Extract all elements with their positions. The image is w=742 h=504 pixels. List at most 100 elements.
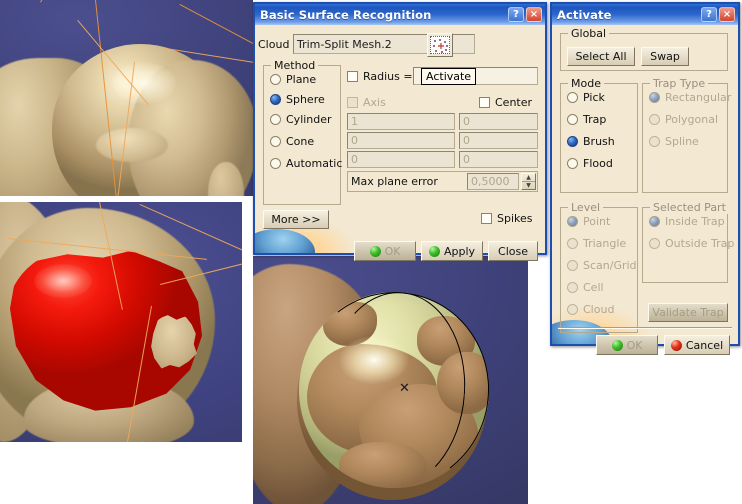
- level-option-point[interactable]: Point: [567, 215, 610, 228]
- 3d-viewport-fitted-sphere[interactable]: ✕: [253, 256, 528, 504]
- trap-type-option-label: Polygonal: [665, 113, 719, 126]
- radio-dot: [567, 260, 578, 271]
- trap-type-option-rectangular[interactable]: Rectangular: [649, 91, 731, 104]
- help-icon[interactable]: ?: [508, 7, 524, 22]
- trap-type-option-polygonal[interactable]: Polygonal: [649, 113, 718, 126]
- close-icon[interactable]: ×: [719, 7, 735, 22]
- ok-indicator-icon: [611, 339, 623, 351]
- ok-button-label: OK: [626, 338, 643, 352]
- method-option-cylinder[interactable]: Cylinder: [270, 113, 332, 126]
- mode-legend: Mode: [568, 77, 604, 90]
- level-option-label: Point: [583, 215, 611, 228]
- dialog-title: Basic Surface Recognition: [260, 7, 432, 22]
- max-plane-error-label: Max plane error: [351, 175, 438, 188]
- mode-option-pick[interactable]: Pick: [567, 91, 605, 104]
- level-option-label: Cloud: [583, 303, 615, 316]
- radio-dot: [270, 74, 281, 85]
- point-cloud-glyph: [430, 36, 450, 54]
- dialog-titlebar[interactable]: Activate ? ×: [552, 4, 738, 25]
- button-separator: [558, 327, 732, 329]
- activate-dialog[interactable]: Activate ? × Global Select All Swap Mode…: [550, 2, 740, 355]
- 3d-viewport-bone-mesh[interactable]: [0, 0, 253, 196]
- spikes-checkbox[interactable]: Spikes: [481, 212, 533, 225]
- radio-dot: [567, 238, 578, 249]
- center-x-input[interactable]: 0: [459, 113, 538, 130]
- radio-dot: [567, 282, 578, 293]
- axis-y-input[interactable]: 0: [347, 132, 455, 149]
- max-plane-error-stepper[interactable]: ▲ ▼: [521, 173, 536, 190]
- selected-part-option-inside-trap[interactable]: Inside Trap: [649, 215, 725, 228]
- help-icon[interactable]: ?: [701, 7, 717, 22]
- center-y-input[interactable]: 0: [459, 132, 538, 149]
- method-option-label: Automatic: [286, 157, 343, 170]
- stepper-down-icon[interactable]: ▼: [522, 182, 535, 189]
- ok-button[interactable]: OK: [354, 241, 416, 261]
- radio-dot: [649, 136, 660, 147]
- basic-surface-recognition-dialog[interactable]: Basic Surface Recognition ? × Cloud Trim…: [253, 2, 547, 261]
- level-option-cell[interactable]: Cell: [567, 281, 604, 294]
- axis-checkbox[interactable]: Axis: [347, 96, 386, 109]
- dialog-body: Global Select All Swap Mode Pick Trap Br…: [552, 25, 738, 355]
- level-legend: Level: [568, 201, 604, 214]
- more-button[interactable]: More >>: [263, 210, 329, 229]
- trap-type-option-spline[interactable]: Spline: [649, 135, 699, 148]
- 3d-viewport-red-selection[interactable]: [0, 202, 242, 442]
- cancel-button-label: Cancel: [685, 338, 724, 352]
- cancel-button[interactable]: Cancel: [664, 335, 730, 355]
- apply-indicator-icon: [428, 245, 440, 257]
- swap-button[interactable]: Swap: [641, 47, 689, 66]
- selected-part-option-outside-trap[interactable]: Outside Trap: [649, 237, 734, 250]
- trap-type-option-label: Rectangular: [665, 91, 732, 104]
- level-option-label: Cell: [583, 281, 604, 294]
- method-option-automatic[interactable]: Automatic: [270, 157, 342, 170]
- method-option-sphere[interactable]: Sphere: [270, 93, 325, 106]
- mode-option-brush[interactable]: Brush: [567, 135, 615, 148]
- select-all-button[interactable]: Select All: [567, 47, 635, 66]
- level-option-triangle[interactable]: Triangle: [567, 237, 626, 250]
- level-option-label: Scan/Grid: [583, 259, 637, 272]
- level-option-label: Triangle: [583, 237, 627, 250]
- axis-label: Axis: [363, 96, 386, 109]
- dialog-body: Cloud Trim-Split Mesh.2 Method Plane Sph…: [255, 25, 545, 261]
- checkbox-box: [347, 71, 358, 82]
- mode-option-flood[interactable]: Flood: [567, 157, 613, 170]
- axis-z-input[interactable]: 0: [347, 151, 455, 168]
- radius-checkbox[interactable]: Radius =: [347, 70, 413, 83]
- apply-button-label: Apply: [443, 244, 476, 258]
- radio-dot: [649, 216, 660, 227]
- level-option-scan-grid[interactable]: Scan/Grid: [567, 259, 637, 272]
- close-button[interactable]: Close: [488, 241, 538, 261]
- point-cloud-icon[interactable]: [427, 33, 453, 57]
- center-label: Center: [495, 96, 533, 109]
- method-option-label: Cylinder: [286, 113, 332, 126]
- close-icon[interactable]: ×: [526, 7, 542, 22]
- validate-trap-button[interactable]: Validate Trap: [648, 303, 728, 322]
- cancel-indicator-icon: [670, 339, 682, 351]
- apply-button[interactable]: Apply: [421, 241, 483, 261]
- level-option-cloud[interactable]: Cloud: [567, 303, 614, 316]
- axis-x-input[interactable]: 1: [347, 113, 455, 130]
- center-z-input[interactable]: 0: [459, 151, 538, 168]
- mode-option-trap[interactable]: Trap: [567, 113, 606, 126]
- sphere-center-marker: ✕: [399, 381, 410, 396]
- ok-button[interactable]: OK: [596, 335, 658, 355]
- activate-tooltip: Activate: [421, 68, 477, 85]
- radio-dot: [567, 114, 578, 125]
- method-option-plane[interactable]: Plane: [270, 73, 316, 86]
- global-legend: Global: [568, 27, 610, 40]
- method-option-cone[interactable]: Cone: [270, 135, 314, 148]
- center-checkbox[interactable]: Center: [479, 96, 532, 109]
- cloud-label: Cloud: [258, 38, 290, 51]
- selected-part-option-label: Inside Trap: [665, 215, 725, 228]
- specular-highlight: [34, 264, 92, 298]
- radio-dot: [649, 114, 660, 125]
- dialog-titlebar[interactable]: Basic Surface Recognition ? ×: [255, 4, 545, 25]
- stepper-up-icon[interactable]: ▲: [522, 174, 535, 182]
- radio-dot: [270, 136, 281, 147]
- mode-option-label: Brush: [583, 135, 615, 148]
- ok-button-label: OK: [384, 244, 401, 258]
- radio-dot: [567, 92, 578, 103]
- max-plane-error-input[interactable]: 0,5000: [467, 173, 519, 190]
- radio-dot: [567, 216, 578, 227]
- mode-option-label: Flood: [583, 157, 613, 170]
